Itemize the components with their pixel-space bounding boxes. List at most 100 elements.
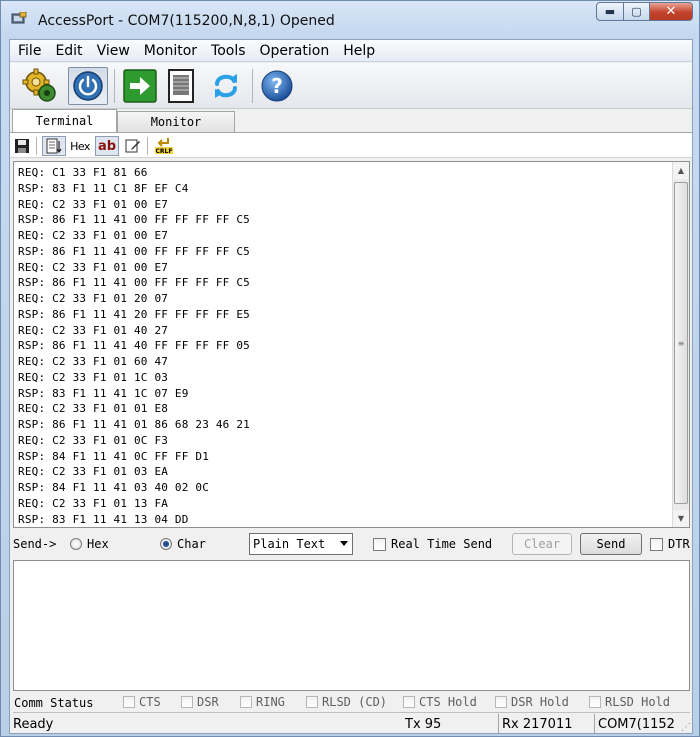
help-button[interactable]: ?: [257, 67, 297, 105]
comm-status-label: Comm Status: [14, 696, 94, 710]
dtr-label: DTR: [668, 537, 690, 551]
cts-hold-indicator: CTS Hold: [403, 695, 477, 709]
toolbar-separator: [252, 69, 253, 103]
terminal-toolbar: Hex ab CRLF: [10, 132, 692, 158]
crlf-label: CRLF: [156, 148, 173, 155]
scroll-down-icon[interactable]: ▼: [673, 510, 689, 527]
format-select[interactable]: Plain Text: [249, 533, 353, 555]
terminal-line: REQ: C2 33 F1 01 00 E7: [18, 260, 169, 274]
realtime-send-label: Real Time Send: [391, 537, 493, 551]
power-icon: [73, 71, 103, 101]
connect-button[interactable]: [68, 67, 108, 105]
dsr-box: [181, 696, 193, 708]
terminal-scrollbar[interactable]: ▲ ≡ ▼: [672, 162, 689, 527]
floppy-disk-icon: [15, 139, 29, 153]
settings-gears-icon: [22, 68, 56, 102]
terminal-line: REQ: C1 33 F1 81 66: [18, 166, 148, 179]
chevron-down-icon: [340, 541, 348, 546]
terminal-line: RSP: 86 F1 11 41 20 FF FF FF FF E5: [18, 307, 250, 321]
crlf-button[interactable]: CRLF: [152, 136, 176, 156]
terminal-line: RSP: 86 F1 11 41 40 FF FF FF FF 05: [18, 339, 250, 353]
ab-button[interactable]: ab: [95, 136, 119, 156]
terminal-line: REQ: C2 33 F1 01 00 E7: [18, 197, 169, 211]
cts-box: [123, 696, 135, 708]
status-tx: Tx 95: [405, 716, 442, 732]
realtime-send-box[interactable]: [373, 537, 386, 551]
terminal-line: REQ: C2 33 F1 01 20 07: [18, 292, 169, 305]
menu-help[interactable]: Help: [336, 43, 382, 59]
realtime-send-checkbox[interactable]: Real Time Send: [373, 533, 492, 555]
hex-view-button[interactable]: [42, 136, 66, 156]
menu-tools[interactable]: Tools: [204, 43, 253, 59]
terminal-lines: REQ: C1 33 F1 81 66 RSP: 83 F1 11 C1 8F E…: [18, 165, 668, 527]
settings-button[interactable]: [20, 67, 60, 105]
send-file-button[interactable]: [120, 67, 160, 105]
dsr-hold-indicator: DSR Hold: [495, 695, 569, 709]
terminal-line: RSP: 86 F1 11 41 00 FF FF FF FF C5: [18, 276, 250, 290]
divider: [13, 712, 690, 713]
refresh-icon: [215, 74, 237, 98]
rlsd-hold-label: RLSD Hold: [605, 695, 671, 709]
hex-radio[interactable]: Hex: [70, 533, 109, 555]
minimize-button[interactable]: ▬: [596, 2, 624, 21]
go-arrow-icon: [123, 69, 157, 103]
toolbar-separator: [36, 137, 37, 155]
hex-radio-circle[interactable]: [70, 538, 82, 550]
resize-grip-icon[interactable]: ⋰: [681, 722, 691, 733]
send-label: Send->: [13, 537, 57, 551]
terminal-output[interactable]: REQ: C1 33 F1 81 66 RSP: 83 F1 11 C1 8F E…: [13, 161, 690, 528]
title-bar[interactable]: AccessPort - COM7(115200,N,8,1) Opened ▬…: [1, 1, 699, 39]
char-radio[interactable]: Char: [160, 533, 206, 555]
menu-bar: File Edit View Monitor Tools Operation H…: [10, 40, 692, 62]
close-button[interactable]: ✕: [649, 2, 693, 21]
main-toolbar: ?: [10, 63, 692, 109]
menu-monitor[interactable]: Monitor: [137, 43, 204, 59]
hex-radio-label: Hex: [87, 537, 109, 551]
send-input[interactable]: [13, 560, 690, 691]
save-button[interactable]: [13, 136, 31, 156]
status-bar: Ready Tx 95 Rx 217011 COM7(1152 ⋰: [10, 714, 692, 734]
menu-file[interactable]: File: [10, 43, 48, 59]
dsr-label: DSR: [197, 695, 219, 709]
tab-strip: Terminal Monitor: [10, 109, 692, 132]
tab-terminal[interactable]: Terminal: [12, 109, 117, 132]
window-controls: ▬ ▢ ✕: [596, 2, 693, 21]
terminal-line: RSP: 86 F1 11 41 00 FF FF FF FF C5: [18, 213, 250, 227]
toolbar-separator: [147, 137, 148, 155]
help-glyph: ?: [271, 74, 283, 98]
app-window: AccessPort - COM7(115200,N,8,1) Opened ▬…: [0, 0, 700, 737]
send-bar: Send-> Hex Char Plain Text Real Time Sen…: [10, 533, 692, 557]
terminal-line: RSP: 86 F1 11 41 00 FF FF FF FF C5: [18, 244, 250, 258]
dtr-box[interactable]: [650, 537, 663, 551]
cts-hold-box: [403, 696, 415, 708]
log-button[interactable]: [162, 67, 202, 105]
ring-box: [240, 696, 252, 708]
refresh-button[interactable]: [206, 67, 246, 105]
scroll-thumb[interactable]: ≡: [674, 182, 688, 504]
menu-operation[interactable]: Operation: [253, 43, 337, 59]
maximize-button[interactable]: ▢: [623, 2, 650, 21]
terminal-line: REQ: C2 33 F1 01 0C F3: [18, 433, 169, 447]
format-select-value: Plain Text: [253, 537, 326, 551]
status-port: COM7(1152: [594, 714, 692, 734]
app-icon: [11, 12, 27, 24]
rlsd-hold-indicator: RLSD Hold: [589, 695, 670, 709]
menu-view[interactable]: View: [90, 43, 137, 59]
dsr-indicator: DSR: [181, 695, 219, 709]
terminal-line: RSP: 83 F1 11 C1 8F EF C4: [18, 181, 189, 195]
cts-label: CTS: [139, 695, 161, 709]
send-button[interactable]: Send: [580, 533, 642, 555]
terminal-line: REQ: C2 33 F1 01 1C 03: [18, 370, 169, 384]
scroll-up-icon[interactable]: ▲: [673, 162, 689, 179]
terminal-line: REQ: C2 33 F1 01 40 27: [18, 323, 169, 337]
clear-button[interactable]: Clear: [512, 533, 572, 555]
rlsd-hold-box: [589, 696, 601, 708]
dtr-checkbox[interactable]: DTR: [650, 533, 690, 555]
menu-edit[interactable]: Edit: [48, 43, 89, 59]
hex-label-button[interactable]: Hex: [68, 136, 92, 156]
cts-indicator: CTS: [123, 695, 161, 709]
edit-text-button[interactable]: [123, 136, 143, 156]
char-radio-circle[interactable]: [160, 538, 172, 550]
terminal-line: REQ: C2 33 F1 01 00 E7: [18, 229, 169, 242]
tab-monitor[interactable]: Monitor: [117, 111, 235, 132]
